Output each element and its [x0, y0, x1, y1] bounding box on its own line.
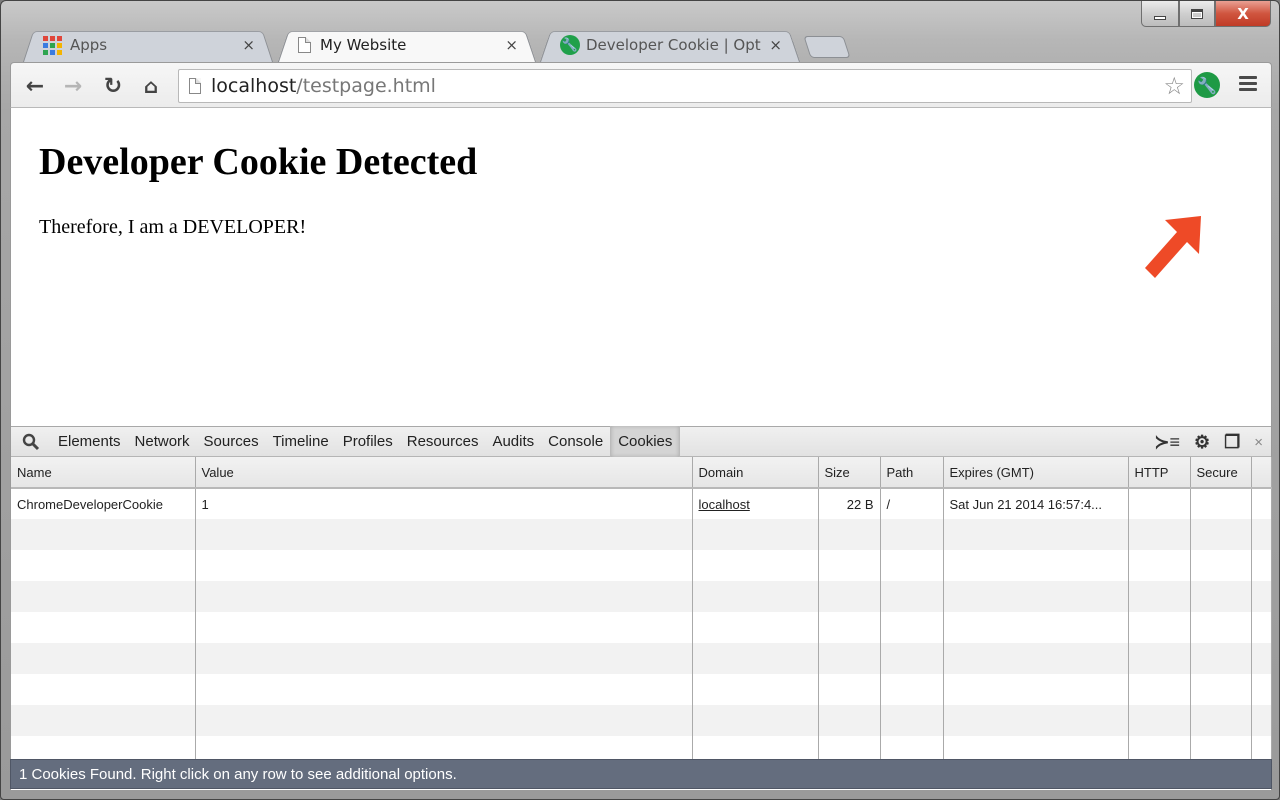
- page-heading: Developer Cookie Detected: [39, 141, 478, 183]
- devtools-tab-resources[interactable]: Resources: [400, 426, 486, 457]
- home-icon: ⌂: [143, 74, 159, 98]
- console-drawer-icon[interactable]: ≻≡: [1154, 432, 1180, 453]
- back-button[interactable]: ←: [21, 72, 49, 100]
- url-path: /testpage.html: [296, 75, 436, 97]
- column-header-secure[interactable]: Secure: [1190, 457, 1252, 489]
- dock-icon[interactable]: ❐: [1224, 432, 1240, 453]
- new-tab-button[interactable]: [803, 36, 851, 58]
- forward-button[interactable]: →: [59, 72, 87, 100]
- tab-title: Developer Cookie | Optior: [586, 36, 762, 54]
- page-icon: [298, 37, 311, 53]
- cell-name: ChromeDeveloperCookie: [11, 488, 196, 519]
- empty-row: [11, 581, 1272, 612]
- cell-value: 1: [195, 488, 693, 519]
- address-bar[interactable]: localhost/testpage.html ☆: [178, 69, 1192, 103]
- tab-developer-cookie-options[interactable]: 🔧 Developer Cookie | Optior ×: [540, 28, 800, 62]
- cell-domain: localhost: [692, 488, 819, 519]
- close-icon: X: [1237, 4, 1249, 23]
- wrench-icon: 🔧: [1197, 75, 1217, 95]
- browser-toolbar: ← → ↻ ⌂ localhost/testpage.html ☆ 🔧: [10, 62, 1272, 108]
- maximize-button[interactable]: [1179, 1, 1215, 27]
- empty-row: [11, 674, 1272, 705]
- devtools-right-controls: ≻≡ ⚙ ❐ ×: [1154, 427, 1263, 458]
- domain-link[interactable]: localhost: [699, 497, 750, 512]
- apps-grid-icon: [43, 35, 62, 55]
- browser-window: X Apps × My Website × 🔧 Developer Cookie…: [0, 0, 1280, 800]
- devtools-tab-sources[interactable]: Sources: [197, 426, 266, 457]
- reload-icon: ↻: [103, 73, 123, 99]
- minimize-button[interactable]: [1141, 1, 1179, 27]
- back-arrow-icon: ←: [25, 73, 45, 99]
- cell-size: 22 B: [818, 488, 881, 519]
- tab-close-icon[interactable]: ×: [769, 36, 782, 54]
- column-header-expires[interactable]: Expires (GMT): [943, 457, 1129, 489]
- tab-my-website[interactable]: My Website ×: [278, 28, 536, 62]
- column-header-value[interactable]: Value: [195, 457, 693, 489]
- empty-row: [11, 519, 1272, 550]
- close-devtools-icon[interactable]: ×: [1254, 434, 1263, 451]
- devtools-tab-network[interactable]: Network: [128, 426, 197, 457]
- status-text: 1 Cookies Found. Right click on any row …: [19, 765, 457, 783]
- column-header-name[interactable]: Name: [11, 457, 196, 489]
- home-button[interactable]: ⌂: [137, 72, 165, 100]
- cookies-status-bar: 1 Cookies Found. Right click on any row …: [10, 759, 1272, 789]
- chrome-menu-button[interactable]: [1239, 76, 1257, 94]
- empty-row: [11, 705, 1272, 736]
- annotation-arrow-icon: [1145, 216, 1201, 278]
- tab-title: My Website: [320, 36, 407, 54]
- column-header-size[interactable]: Size: [818, 457, 881, 489]
- window-controls: X: [1141, 1, 1271, 28]
- devtools-tab-elements[interactable]: Elements: [51, 426, 128, 457]
- tab-close-icon[interactable]: ×: [242, 36, 255, 54]
- cell-secure: [1190, 488, 1252, 519]
- inspect-search-button[interactable]: [11, 433, 51, 451]
- devtools-tab-timeline[interactable]: Timeline: [266, 426, 336, 457]
- tab-close-icon[interactable]: ×: [505, 36, 518, 54]
- search-icon: [22, 433, 40, 450]
- url-host: localhost: [211, 75, 297, 97]
- devtools-tab-console[interactable]: Console: [541, 426, 610, 457]
- close-window-button[interactable]: X: [1215, 1, 1271, 27]
- cookies-table: Name Value Domain Size Path Expires (GMT…: [11, 457, 1272, 767]
- devtools-tab-profiles[interactable]: Profiles: [336, 426, 400, 457]
- page-info-icon: [189, 78, 201, 94]
- column-header-domain[interactable]: Domain: [692, 457, 819, 489]
- empty-row: [11, 550, 1272, 581]
- cell-expires: Sat Jun 21 2014 16:57:4...: [943, 488, 1129, 519]
- forward-arrow-icon: →: [63, 73, 83, 99]
- page-paragraph: Therefore, I am a DEVELOPER!: [39, 216, 307, 238]
- devtools-toolbar: Elements Network Sources Timeline Profil…: [11, 426, 1271, 457]
- tab-apps[interactable]: Apps ×: [23, 28, 273, 62]
- bookmark-star-icon[interactable]: ☆: [1163, 72, 1185, 100]
- page-viewport: Developer Cookie Detected Therefore, I a…: [10, 108, 1272, 426]
- settings-gear-icon[interactable]: ⚙: [1194, 432, 1210, 453]
- devtools-tab-cookies[interactable]: Cookies: [610, 426, 681, 457]
- column-header-filler: [1251, 457, 1272, 489]
- empty-row: [11, 612, 1272, 643]
- cell-http: [1128, 488, 1191, 519]
- table-header-row: Name Value Domain Size Path Expires (GMT…: [11, 457, 1272, 489]
- developer-cookie-extension-button[interactable]: 🔧: [1194, 72, 1220, 98]
- minimize-icon: [1154, 15, 1166, 20]
- tab-title: Apps: [70, 36, 108, 54]
- cell-path: /: [880, 488, 944, 519]
- column-header-path[interactable]: Path: [880, 457, 944, 489]
- column-header-http[interactable]: HTTP: [1128, 457, 1191, 489]
- wrench-icon: 🔧: [560, 35, 580, 55]
- devtools-tab-audits[interactable]: Audits: [485, 426, 541, 457]
- maximize-icon: [1191, 8, 1203, 19]
- reload-button[interactable]: ↻: [99, 72, 127, 100]
- devtools-panel: Elements Network Sources Timeline Profil…: [10, 426, 1272, 790]
- empty-row: [11, 643, 1272, 674]
- table-row[interactable]: ChromeDeveloperCookie 1 localhost 22 B /…: [11, 488, 1272, 519]
